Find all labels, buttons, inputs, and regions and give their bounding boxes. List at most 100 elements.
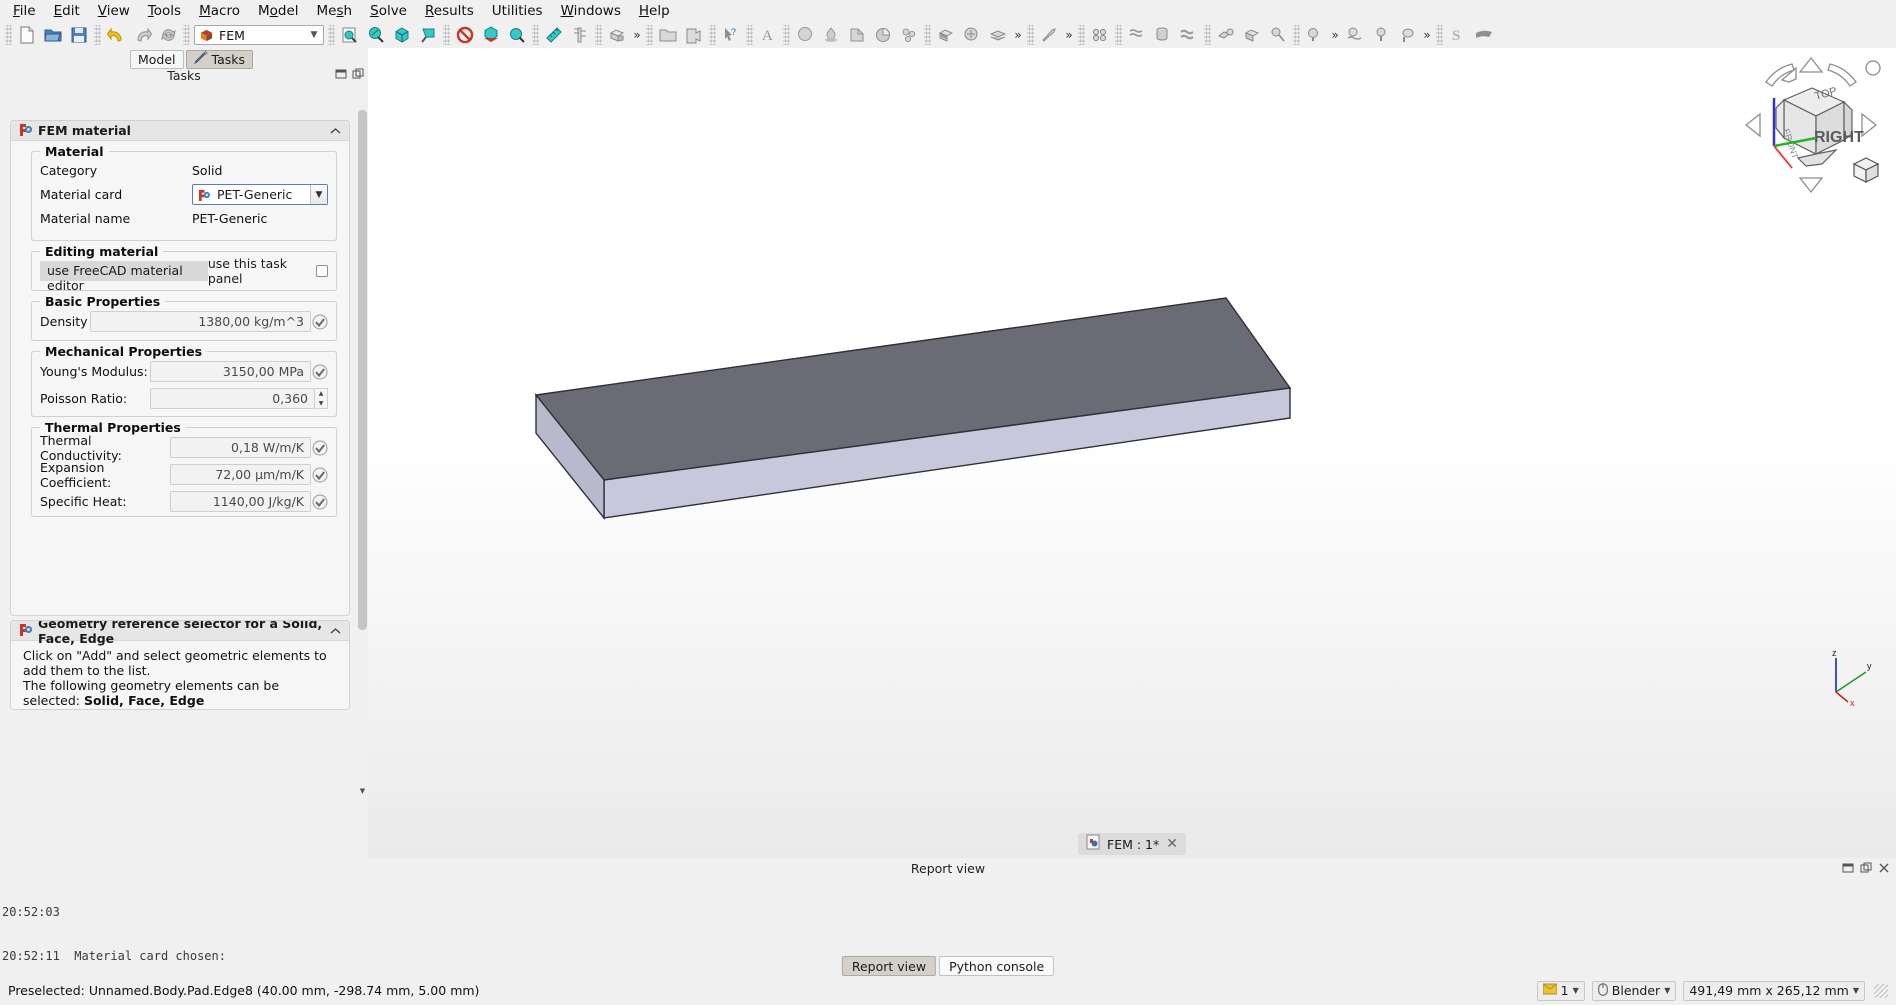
density-input[interactable]: 1380,00 kg/m^3 — [90, 311, 311, 332]
menu-macro[interactable]: Macro — [190, 1, 249, 21]
close-icon[interactable]: ✕ — [1166, 836, 1178, 852]
toolbar-grip[interactable] — [183, 25, 190, 45]
mesh-analyze-icon[interactable] — [959, 23, 985, 47]
toolbar-grip[interactable] — [1027, 25, 1034, 45]
toolbar-grip[interactable] — [924, 25, 931, 45]
whats-this-icon[interactable]: ? — [718, 23, 744, 47]
toolbar-grip[interactable] — [1204, 25, 1211, 45]
toolbar-grip[interactable] — [1293, 25, 1300, 45]
rocket-icon[interactable] — [1036, 23, 1062, 47]
sync-view-icon[interactable] — [504, 23, 530, 47]
fem-plane-icon[interactable] — [1471, 23, 1497, 47]
draw-style-icon[interactable] — [415, 23, 441, 47]
mesh-layers-icon[interactable] — [985, 23, 1011, 47]
window-resize-grip[interactable] — [1874, 983, 1888, 998]
chevron-down-icon[interactable]: ▼ — [1573, 986, 1579, 995]
toolbar-grip[interactable] — [443, 25, 450, 45]
mesh-box-icon[interactable] — [933, 23, 959, 47]
menu-model[interactable]: Model — [249, 1, 308, 21]
tab-python-console[interactable]: Python console — [939, 956, 1055, 976]
chevron-up-icon[interactable] — [330, 623, 341, 638]
menu-tools[interactable]: Tools — [139, 1, 190, 21]
export-icon[interactable] — [681, 23, 707, 47]
toolbar-grip[interactable] — [1078, 25, 1085, 45]
menu-windows[interactable]: Windows — [552, 1, 630, 21]
dimension-readout[interactable]: 491,49 mm x 265,12 mm ▼ — [1683, 980, 1865, 1001]
tab-tasks[interactable]: Tasks — [185, 49, 254, 69]
spin-up-icon[interactable]: ▲ — [315, 389, 327, 399]
use-freecad-material-editor-button[interactable]: use FreeCAD material editor — [40, 260, 208, 293]
toolbar-grip[interactable] — [328, 25, 335, 45]
fem-solid-icon[interactable] — [1239, 23, 1265, 47]
tab-report-view[interactable]: Report view — [841, 956, 937, 976]
navigation-cube[interactable]: TOP FRONT RIGHT — [1736, 50, 1886, 200]
toolbar-overflow-button[interactable]: » — [1062, 23, 1076, 47]
poisson-ratio-input[interactable]: 0,360 — [150, 388, 315, 409]
chevron-down-icon[interactable]: ▼ — [1853, 986, 1859, 995]
navigation-style-selector[interactable]: Blender ▼ — [1591, 980, 1677, 1001]
clipping-plane-icon[interactable] — [452, 23, 478, 47]
drop-icon[interactable] — [818, 23, 844, 47]
pie-icon[interactable] — [870, 23, 896, 47]
fem-cylinder-icon[interactable] — [1150, 23, 1176, 47]
fit-all-icon[interactable] — [337, 23, 363, 47]
toolbar-grip[interactable] — [709, 25, 716, 45]
toolbar-overflow-button[interactable]: » — [630, 23, 644, 47]
toolbar-grip[interactable] — [783, 25, 790, 45]
toolbar-overflow-button[interactable]: » — [1328, 23, 1342, 47]
cut-icon[interactable] — [844, 23, 870, 47]
tab-model[interactable]: Model — [130, 49, 184, 69]
toolbar-grip[interactable] — [746, 25, 753, 45]
fem-mesh-region-icon[interactable] — [1213, 23, 1239, 47]
youngs-modulus-input[interactable]: 3150,00 MPa — [150, 361, 311, 382]
new-document-icon[interactable] — [14, 23, 40, 47]
fem-initial-temp-icon[interactable] — [1368, 23, 1394, 47]
fem-material-header[interactable]: FEM material — [11, 121, 349, 141]
thermal-conductivity-input[interactable]: 0,18 W/m/K — [170, 437, 311, 458]
toolbar-grip[interactable] — [646, 25, 653, 45]
report-view-log[interactable]: 20:52:03 20:52:11 Material card chosen: … — [2, 876, 1702, 1005]
open-directory-icon[interactable] — [655, 23, 681, 47]
toolbar-grip[interactable] — [532, 25, 539, 45]
undock-icon[interactable] — [1860, 862, 1872, 874]
sphere-icon[interactable] — [792, 23, 818, 47]
toolbar-grip[interactable] — [94, 25, 101, 45]
molecule-icon[interactable] — [896, 23, 922, 47]
geometry-selector-header[interactable]: Geometry reference selector for a Solid,… — [11, 621, 349, 646]
toggle-axis-cross-icon[interactable] — [478, 23, 504, 47]
fem-flow-icon[interactable] — [1124, 23, 1150, 47]
3d-viewport[interactable]: TOP FRONT RIGHT z y x FEM: 1* ✕ — [368, 48, 1896, 858]
close-icon[interactable] — [1878, 862, 1890, 874]
part-box-icon[interactable] — [604, 23, 630, 47]
document-tab[interactable]: FEM : 1* ✕ — [1078, 833, 1186, 855]
menu-results[interactable]: Results — [416, 1, 483, 21]
spin-down-icon[interactable]: ▼ — [315, 399, 327, 409]
undock-icon[interactable] — [352, 68, 364, 80]
toolbar-overflow-button[interactable]: » — [1011, 23, 1025, 47]
float-icon[interactable] — [335, 68, 347, 80]
float-icon[interactable] — [1842, 862, 1854, 874]
menu-utilities[interactable]: Utilities — [483, 1, 552, 21]
chevron-down-icon[interactable]: ▼ — [310, 185, 327, 204]
fem-nodes-icon[interactable] — [1087, 23, 1113, 47]
fem-heatflux-icon[interactable] — [1342, 23, 1368, 47]
fem-temperature-icon[interactable] — [1302, 23, 1328, 47]
menu-help[interactable]: Help — [630, 1, 679, 21]
menu-mesh[interactable]: Mesh — [308, 1, 362, 21]
tasks-panel-scrollbar[interactable]: ▲ ▼ — [357, 106, 368, 796]
measure-distance-icon[interactable] — [541, 23, 567, 47]
scroll-down-icon[interactable]: ▼ — [357, 785, 368, 796]
menu-edit[interactable]: Edit — [45, 1, 89, 21]
poisson-ratio-stepper[interactable]: ▲ ▼ — [315, 388, 328, 409]
fem-constraint-icon[interactable] — [1265, 23, 1291, 47]
toolbar-grip[interactable] — [1115, 25, 1122, 45]
expansion-coefficient-input[interactable]: 72,00 µm/m/K — [170, 464, 311, 485]
fem-wave-icon[interactable] — [1176, 23, 1202, 47]
specific-heat-input[interactable]: 1140,00 J/kg/K — [170, 491, 311, 512]
use-this-task-panel-checkbox[interactable] — [316, 264, 328, 277]
scrollbar-thumb[interactable] — [358, 110, 367, 630]
axonometric-view-icon[interactable] — [389, 23, 415, 47]
refresh-icon[interactable] — [155, 23, 181, 47]
caliper-icon[interactable] — [567, 23, 593, 47]
fit-selection-icon[interactable] — [363, 23, 389, 47]
